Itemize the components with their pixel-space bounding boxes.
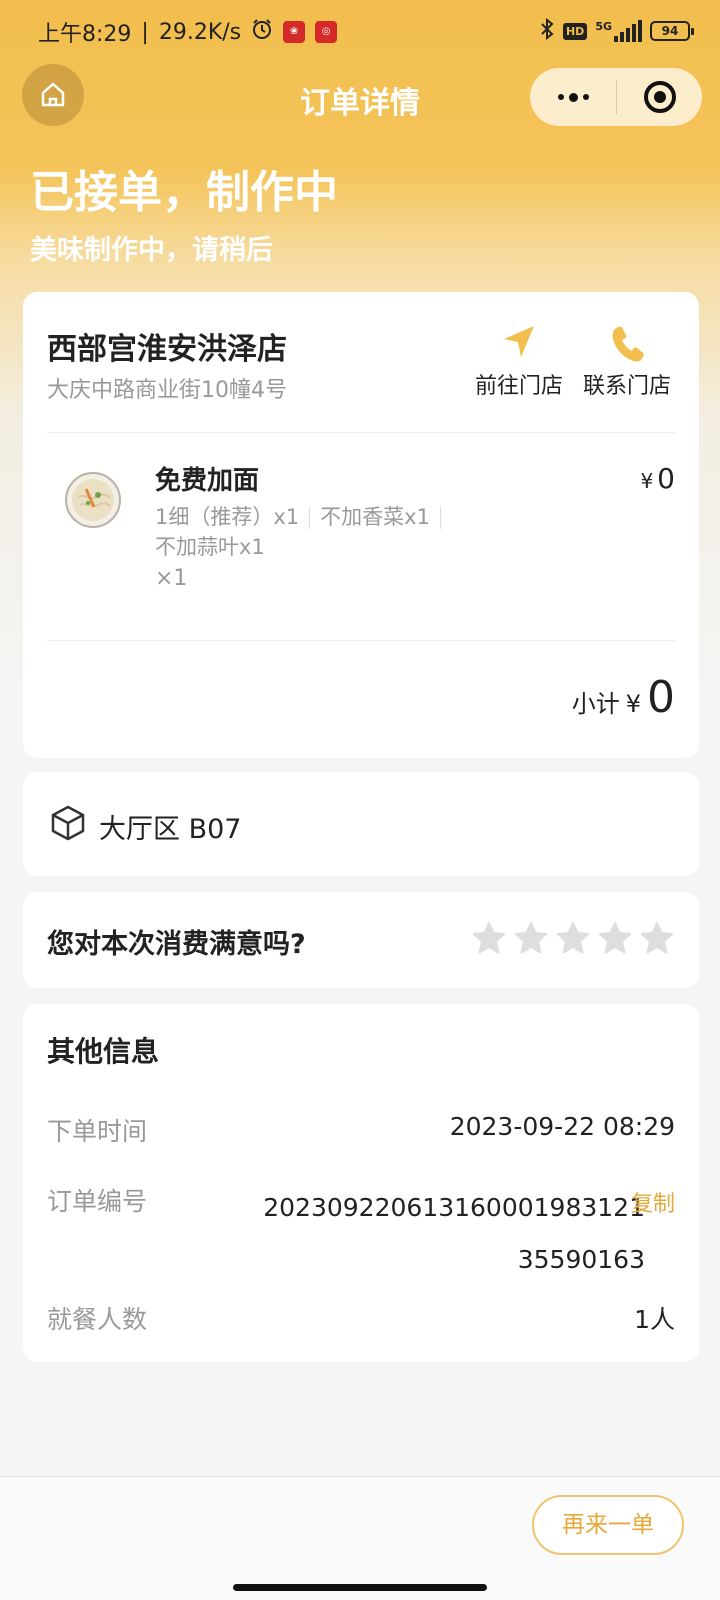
bottom-action-bar: 再来一单 (0, 1476, 720, 1600)
spec-cilantro: 不加香菜x1 (320, 505, 430, 529)
spec-noodle: 1细（推荐）x1 (155, 505, 300, 529)
navigation-icon (504, 326, 534, 357)
app-notification-icon-2: ◎ (315, 21, 338, 43)
order-time-label: 下单时间 (47, 1117, 148, 1146)
subtotal: 小计 ¥ 0 (571, 672, 675, 723)
table-box-icon (51, 805, 85, 841)
other-info-card: 其他信息 下单时间 2023-09-22 08:29 订单编号 20230922… (23, 1004, 699, 1362)
close-icon (643, 81, 676, 113)
order-status-subtitle: 美味制作中，请稍后 (30, 235, 273, 266)
spec-garlic: 不加蒜叶x1 (155, 535, 265, 559)
phone-icon (612, 326, 644, 362)
star-icon-4[interactable] (597, 920, 633, 956)
star-icon-3[interactable] (555, 920, 591, 956)
app-notification-icon: ❀ (283, 21, 306, 43)
close-button[interactable] (617, 68, 702, 126)
more-button[interactable] (530, 68, 616, 126)
rating-stars (471, 920, 675, 956)
status-right: HD 5G 94 (539, 17, 694, 44)
star-icon-2[interactable] (513, 920, 549, 956)
table-number: 大厅区 B07 (99, 814, 242, 845)
battery-icon: 94 (650, 21, 694, 41)
item-price: ¥0 (640, 462, 675, 495)
item-specs: 1细（推荐）x1 不加香菜x1 不加蒜叶x1 (155, 502, 485, 562)
contact-store-label: 联系门店 (582, 374, 671, 399)
navigate-store-button[interactable]: 前往门店 (469, 322, 569, 400)
alarm-icon (251, 18, 273, 46)
clock: 上午8:29 (38, 22, 132, 47)
copy-order-number-button[interactable]: 复制 (631, 1186, 675, 1218)
diners-label: 就餐人数 (47, 1305, 148, 1334)
net-speed: 29.2K/s (158, 19, 242, 45)
mini-program-capsule (530, 68, 702, 126)
status-left: 上午8:29 | 29.2K/s ❀ ◎ (38, 16, 338, 48)
table-card: 大厅区 B07 (23, 772, 699, 876)
home-indicator[interactable] (233, 1584, 487, 1591)
navigate-store-label: 前往门店 (474, 374, 563, 399)
contact-store-button[interactable]: 联系门店 (577, 322, 677, 400)
item-name: 免费加面 (155, 466, 260, 496)
food-image (47, 454, 139, 546)
signal-icon: 5G (595, 20, 642, 42)
store-address: 大庆中路商业街10幢4号 (47, 378, 287, 403)
rating-question: 您对本次消费满意吗? (47, 929, 306, 960)
other-info-title: 其他信息 (47, 1035, 160, 1068)
reorder-button[interactable]: 再来一单 (532, 1495, 684, 1555)
status-bar: 上午8:29 | 29.2K/s ❀ ◎ HD 5G 94 (0, 0, 720, 66)
order-time-value: 2023-09-22 08:29 (449, 1112, 675, 1141)
order-status-title: 已接单，制作中 (30, 167, 338, 218)
star-icon-1[interactable] (471, 920, 507, 956)
store-order-card: 西部宫淮安洪泽店 大庆中路商业街10幢4号 前往门店 联系门店 免费加面 ¥0 … (23, 292, 699, 758)
hd-badge: HD (562, 22, 588, 40)
order-number-label: 订单编号 (47, 1187, 148, 1216)
rating-card: 您对本次消费满意吗? (23, 892, 699, 988)
store-name: 西部宫淮安洪泽店 (47, 332, 287, 367)
item-quantity: ×1 (155, 566, 188, 591)
order-number-value: 202309220613160001983121 35590163 (263, 1193, 645, 1274)
bluetooth-icon (539, 17, 555, 44)
diners-value: 1人 (634, 1305, 675, 1334)
star-icon-5[interactable] (639, 920, 675, 956)
